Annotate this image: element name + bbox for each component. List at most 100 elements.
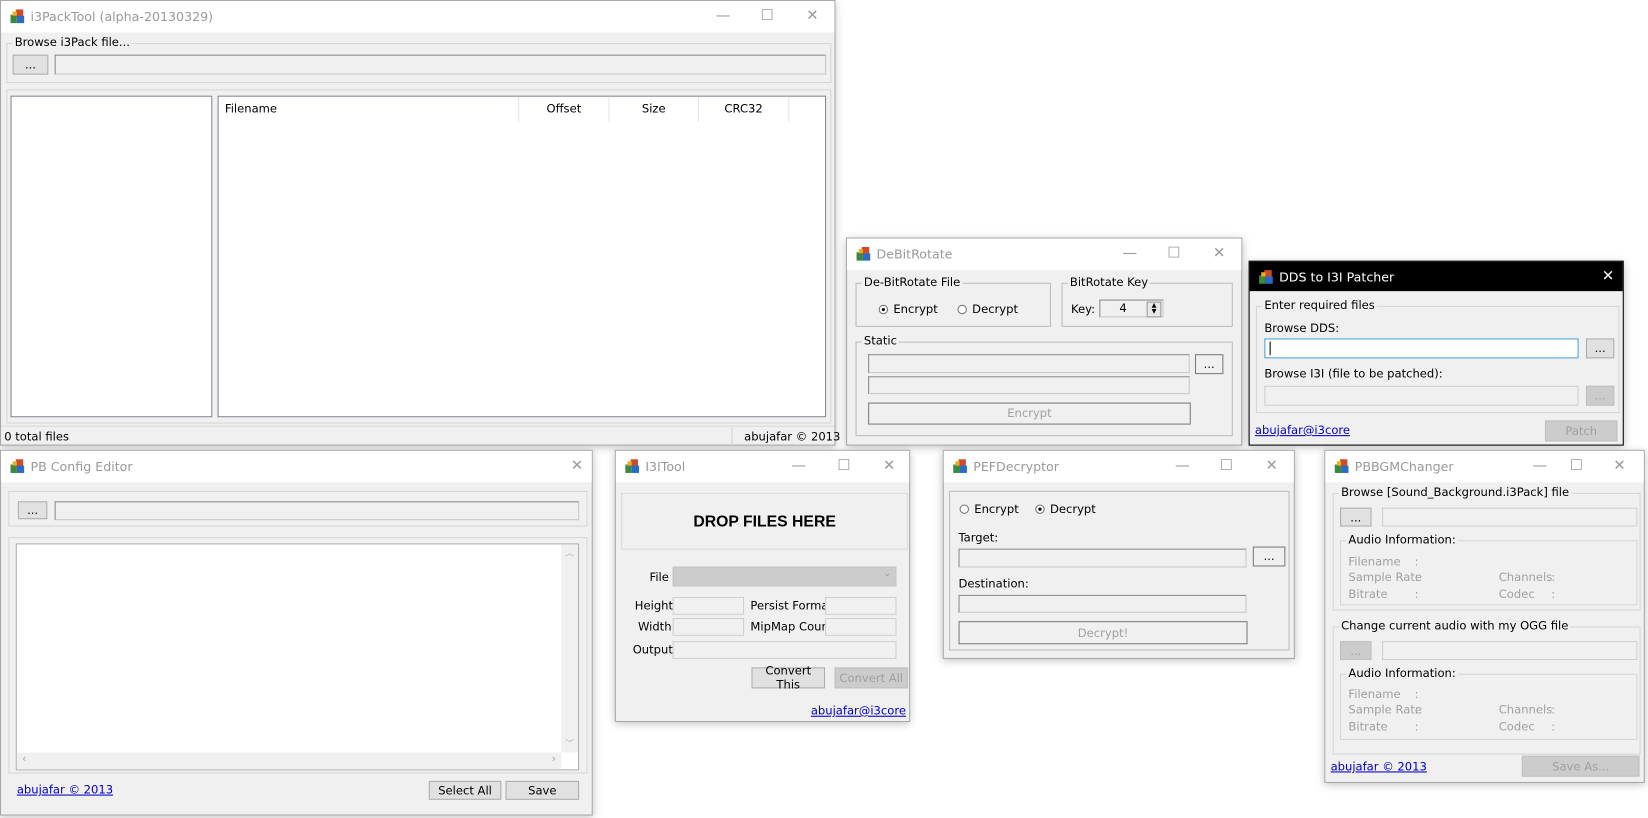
config-textarea[interactable]: ︿ ﹀ ‹ › <box>15 543 580 771</box>
sample-rate-label: Sample Rate <box>1348 570 1422 585</box>
browse-button[interactable]: ... <box>1194 354 1224 375</box>
decrypt-radio[interactable]: Decrypt <box>1035 502 1096 516</box>
close-icon[interactable]: ✕ <box>1263 457 1280 474</box>
horizontal-scrollbar[interactable]: ‹ › <box>16 752 562 770</box>
dds-input[interactable] <box>1264 338 1579 359</box>
author-link[interactable]: abujafar@i3core <box>1255 424 1350 438</box>
i3i-input[interactable] <box>1264 385 1579 406</box>
drop-zone[interactable]: DROP FILES HERE <box>621 492 909 550</box>
column-offset[interactable]: Offset <box>519 96 610 122</box>
pack-path-input[interactable] <box>1382 507 1638 527</box>
destination-input[interactable] <box>868 376 1190 395</box>
folder-tree[interactable] <box>10 95 213 418</box>
text-cursor <box>1269 341 1271 356</box>
browse-button[interactable]: ... <box>1252 546 1286 567</box>
height-field[interactable] <box>672 596 745 615</box>
chevron-down-icon: ⌄ <box>883 568 892 580</box>
browse-ogg-button[interactable]: ... <box>1340 641 1372 661</box>
decrypt-radio[interactable]: Decrypt <box>957 303 1018 316</box>
maximize-icon[interactable]: ☐ <box>1166 245 1183 262</box>
patch-button[interactable]: Patch <box>1544 420 1618 442</box>
key-spinner[interactable]: 4 ▲ ▼ <box>1099 299 1164 318</box>
title-bar[interactable]: DDS to I3I Patcher ✕ <box>1249 261 1623 292</box>
browse-button[interactable]: ... <box>12 54 49 75</box>
persist-format-field[interactable] <box>825 596 897 615</box>
maximize-icon[interactable]: ☐ <box>759 7 776 24</box>
select-all-button[interactable]: Select All <box>428 780 502 800</box>
window-title: PBBGMChanger <box>1354 459 1454 475</box>
title-bar[interactable]: PEFDecryptor — ☐ ✕ <box>943 450 1294 483</box>
minimize-icon[interactable]: — <box>1121 245 1138 262</box>
browse-pack-label: Browse [Sound_Background.i3Pack] file <box>1338 485 1572 500</box>
convert-this-button[interactable]: Convert This <box>751 664 826 692</box>
minimize-icon[interactable]: — <box>790 457 807 474</box>
ogg-path-input[interactable] <box>1382 641 1638 661</box>
column-size[interactable]: Size <box>610 96 699 122</box>
close-icon[interactable]: ✕ <box>569 457 586 474</box>
close-icon[interactable]: ✕ <box>804 7 821 24</box>
config-text[interactable] <box>17 544 561 752</box>
spin-arrows-icon[interactable]: ▲ ▼ <box>1146 301 1162 318</box>
target-input[interactable] <box>958 548 1247 568</box>
path-input[interactable] <box>54 54 827 75</box>
encrypt-radio[interactable]: Encrypt <box>959 502 1019 517</box>
author-link[interactable]: abujafar@i3core <box>811 704 906 718</box>
maximize-icon[interactable]: ☐ <box>1218 457 1235 474</box>
minimize-icon[interactable]: — <box>715 7 732 24</box>
source-input[interactable] <box>868 354 1190 374</box>
filename-label: Filename <box>1348 554 1401 569</box>
maximize-icon[interactable]: ☐ <box>1568 457 1585 474</box>
scroll-left-icon[interactable]: ‹ <box>22 754 26 766</box>
file-list[interactable]: Filename Offset Size CRC32 <box>217 95 827 418</box>
column-filename[interactable]: Filename <box>219 96 520 122</box>
save-button[interactable]: Save <box>505 780 580 800</box>
close-icon[interactable]: ✕ <box>1211 245 1228 262</box>
browse-pack-button[interactable]: ... <box>1340 507 1372 527</box>
author-link[interactable]: abujafar © 2013 <box>1331 760 1427 774</box>
vertical-scrollbar[interactable]: ︿ ﹀ <box>561 544 579 753</box>
close-icon[interactable]: ✕ <box>1611 457 1628 474</box>
encrypt-radio[interactable]: Encrypt <box>878 302 938 317</box>
decrypt-button[interactable]: Decrypt! <box>958 621 1248 645</box>
encrypt-label: Encrypt <box>974 502 1019 517</box>
width-field[interactable] <box>672 617 745 636</box>
column-crc32[interactable]: CRC32 <box>699 96 790 122</box>
width-label: Width <box>637 620 672 634</box>
mipmap-count-field[interactable] <box>825 617 897 636</box>
colon: : <box>1551 719 1556 734</box>
save-as-button[interactable]: Save As... <box>1521 755 1640 777</box>
minimize-icon[interactable]: — <box>1531 457 1548 474</box>
file-select[interactable]: ⌄ <box>672 566 897 587</box>
title-bar[interactable]: PBBGMChanger — ☐ ✕ <box>1325 450 1644 483</box>
i3itool-window: I3ITool — ☐ ✕ DROP FILES HERE File ⌄ Hei… <box>614 449 911 723</box>
close-icon[interactable]: ✕ <box>1600 268 1617 285</box>
title-bar[interactable]: PB Config Editor ✕ <box>1 450 592 483</box>
scroll-down-icon[interactable]: ﹀ <box>561 738 578 750</box>
scroll-right-icon[interactable]: › <box>552 754 556 766</box>
radio-unchecked-icon <box>957 304 967 315</box>
close-icon[interactable]: ✕ <box>881 457 898 474</box>
key-value[interactable]: 4 <box>1119 302 1126 316</box>
output-field[interactable] <box>672 641 897 659</box>
path-input[interactable] <box>54 501 580 521</box>
colon: : <box>1551 587 1556 602</box>
title-bar[interactable]: i3PackTool (alpha-20130329) — ☐ ✕ <box>1 1 835 33</box>
debitrotate-window: DeBitRotate — ☐ ✕ De-BitRotate File Encr… <box>846 237 1243 446</box>
i3i-label: Browse I3I (file to be patched): <box>1264 366 1443 381</box>
destination-input[interactable] <box>958 594 1247 613</box>
mipmap-count-label: MipMap Count <box>750 620 834 634</box>
title-bar[interactable]: I3ITool — ☐ ✕ <box>615 450 910 483</box>
author-link[interactable]: abujafar © 2013 <box>17 783 113 797</box>
title-bar[interactable]: DeBitRotate — ☐ ✕ <box>847 238 1242 271</box>
browse-dds-button[interactable]: ... <box>1585 338 1615 359</box>
colon: : <box>1414 719 1419 734</box>
window-title: DeBitRotate <box>876 246 953 262</box>
browse-button[interactable]: ... <box>17 501 48 520</box>
scroll-up-icon[interactable]: ︿ <box>561 548 578 560</box>
convert-all-button[interactable]: Convert All <box>834 667 909 689</box>
browse-i3i-button[interactable]: ... <box>1585 385 1615 406</box>
minimize-icon[interactable]: — <box>1174 457 1191 474</box>
encrypt-label: Encrypt <box>893 302 938 317</box>
maximize-icon[interactable]: ☐ <box>836 457 853 474</box>
encrypt-button[interactable]: Encrypt <box>868 402 1191 425</box>
